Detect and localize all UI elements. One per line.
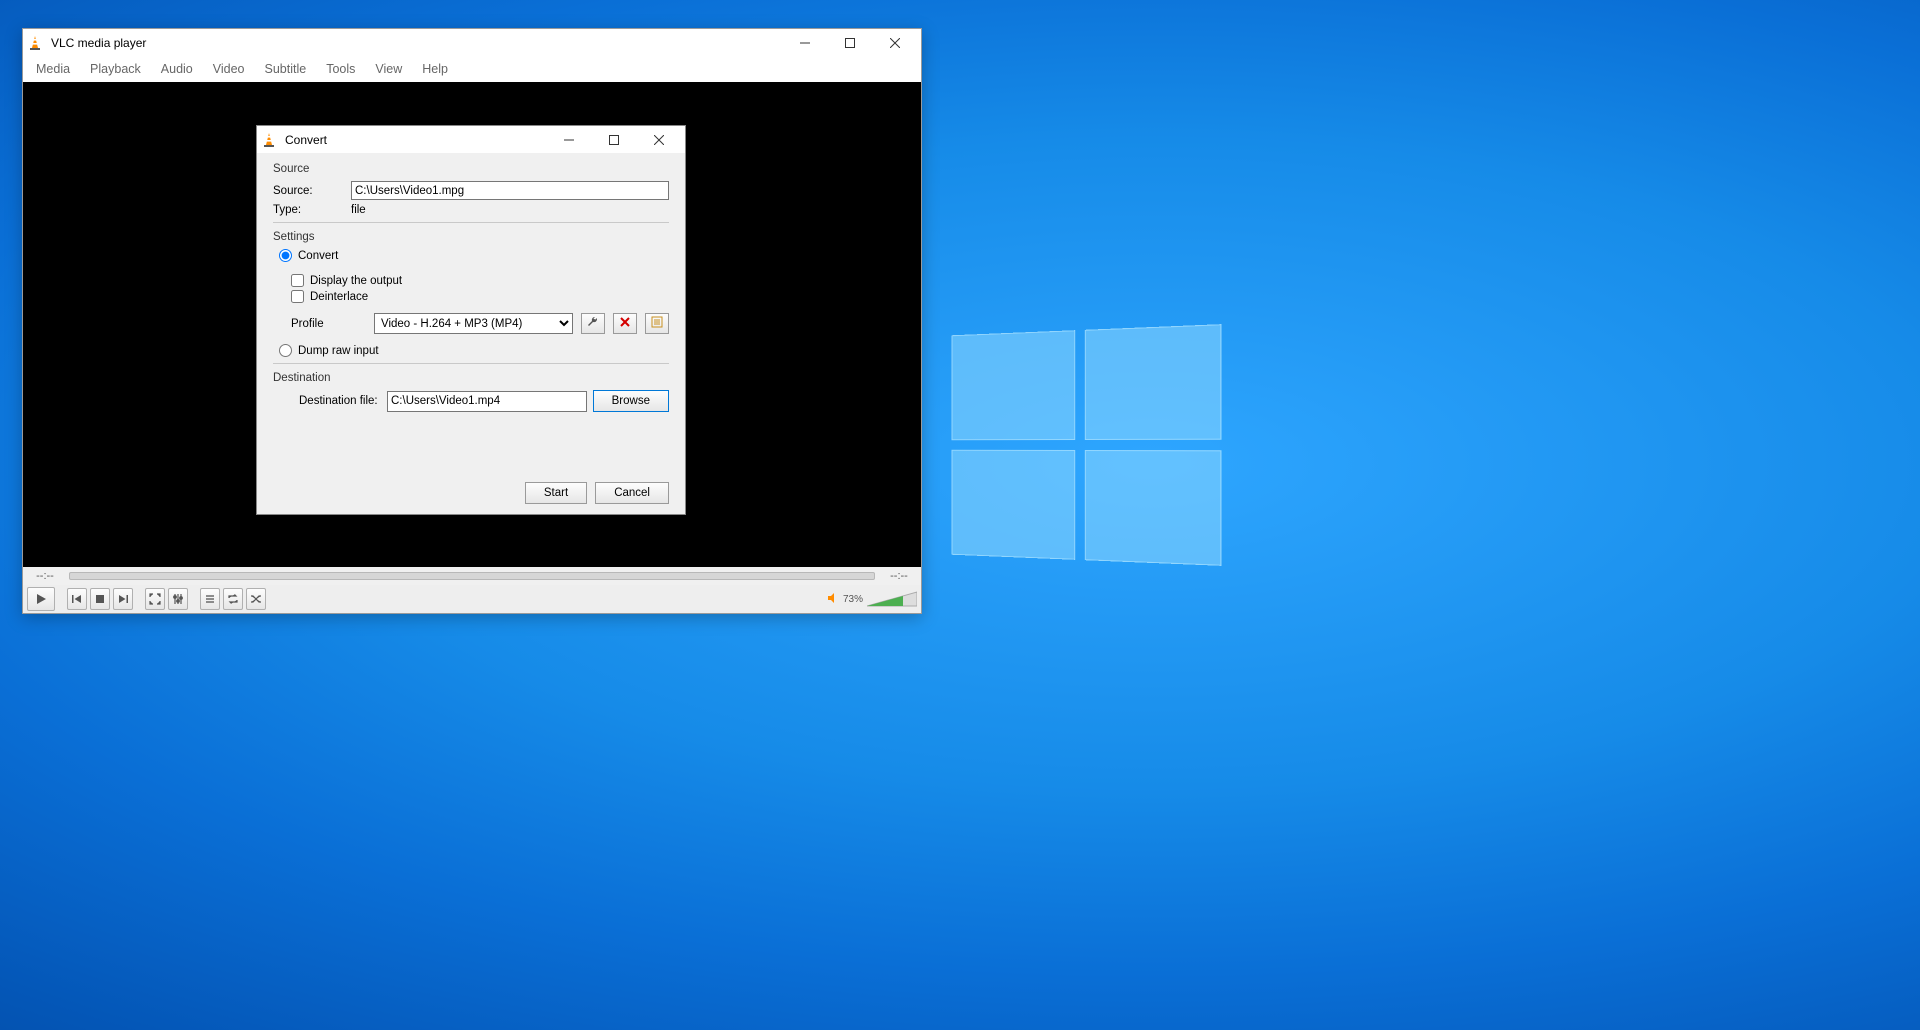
edit-profile-button[interactable]	[581, 313, 605, 334]
total-time: --:--	[883, 570, 915, 582]
dump-radio-row[interactable]: Dump raw input	[279, 344, 669, 357]
destination-section-label: Destination	[273, 372, 669, 384]
delete-profile-button[interactable]	[613, 313, 637, 334]
menu-tools[interactable]: Tools	[317, 59, 364, 79]
convert-radio[interactable]	[279, 249, 292, 262]
deinterlace-checkbox[interactable]	[291, 290, 304, 303]
menu-audio[interactable]: Audio	[152, 59, 202, 79]
vlc-window-controls	[782, 29, 917, 56]
seek-slider[interactable]	[69, 572, 875, 580]
browse-button[interactable]: Browse	[593, 390, 669, 412]
volume-percent: 73%	[843, 594, 863, 605]
dialog-button-row: Start Cancel	[257, 476, 685, 514]
maximize-button[interactable]	[827, 29, 872, 56]
menu-video[interactable]: Video	[204, 59, 254, 79]
stop-button[interactable]	[90, 588, 110, 610]
dest-file-input[interactable]	[387, 391, 587, 412]
vlc-title: VLC media player	[51, 36, 782, 50]
deinterlace-label: Deinterlace	[310, 291, 368, 303]
divider	[273, 222, 669, 223]
type-label: Type:	[273, 204, 343, 216]
profile-label: Profile	[291, 318, 366, 330]
convert-title: Convert	[285, 133, 546, 147]
dump-radio-label: Dump raw input	[298, 345, 379, 357]
previous-button[interactable]	[67, 588, 87, 610]
cancel-button[interactable]: Cancel	[595, 482, 669, 504]
vlc-cone-icon	[27, 35, 43, 51]
volume-slider[interactable]	[867, 590, 917, 608]
new-profile-icon	[651, 316, 663, 331]
divider	[273, 363, 669, 364]
vlc-menubar: Media Playback Audio Video Subtitle Tool…	[23, 56, 921, 82]
menu-subtitle[interactable]: Subtitle	[256, 59, 316, 79]
minimize-button[interactable]	[782, 29, 827, 56]
extended-settings-button[interactable]	[168, 588, 188, 610]
shuffle-button[interactable]	[246, 588, 266, 610]
seek-bar-row: --:-- --:--	[23, 567, 921, 585]
close-button[interactable]	[636, 126, 681, 153]
settings-section-label: Settings	[273, 231, 669, 243]
loop-button[interactable]	[223, 588, 243, 610]
display-output-row[interactable]: Display the output	[291, 274, 669, 287]
deinterlace-row[interactable]: Deinterlace	[291, 290, 669, 303]
convert-radio-row[interactable]: Convert	[279, 249, 669, 262]
next-button[interactable]	[113, 588, 133, 610]
start-button[interactable]: Start	[525, 482, 587, 504]
convert-window-controls	[546, 126, 681, 153]
source-section-label: Source	[273, 163, 669, 175]
display-output-checkbox[interactable]	[291, 274, 304, 287]
source-label: Source:	[273, 185, 343, 197]
fullscreen-button[interactable]	[145, 588, 165, 610]
dest-file-label: Destination file:	[299, 395, 381, 407]
new-profile-button[interactable]	[645, 313, 669, 334]
wrench-icon	[587, 316, 599, 331]
profile-select[interactable]: Video - H.264 + MP3 (MP4)	[374, 313, 573, 334]
menu-playback[interactable]: Playback	[81, 59, 150, 79]
dump-radio[interactable]	[279, 344, 292, 357]
display-output-label: Display the output	[310, 275, 402, 287]
menu-help[interactable]: Help	[413, 59, 457, 79]
playback-controls: 73%	[23, 585, 921, 613]
vlc-cone-icon	[261, 132, 277, 148]
menu-view[interactable]: View	[366, 59, 411, 79]
close-button[interactable]	[872, 29, 917, 56]
maximize-button[interactable]	[591, 126, 636, 153]
menu-media[interactable]: Media	[27, 59, 79, 79]
vlc-titlebar[interactable]: VLC media player	[23, 29, 921, 56]
play-button[interactable]	[27, 587, 55, 611]
volume-area: 73%	[827, 590, 917, 608]
minimize-button[interactable]	[546, 126, 591, 153]
type-value: file	[351, 204, 366, 216]
elapsed-time: --:--	[29, 570, 61, 582]
convert-dialog: Convert Source Source: Type: file Settin…	[256, 125, 686, 515]
source-input[interactable]	[351, 181, 669, 200]
playlist-button[interactable]	[200, 588, 220, 610]
delete-x-icon	[619, 316, 631, 331]
windows-logo	[952, 324, 1222, 566]
speaker-icon[interactable]	[827, 592, 839, 607]
convert-radio-label: Convert	[298, 250, 338, 262]
convert-titlebar[interactable]: Convert	[257, 126, 685, 153]
